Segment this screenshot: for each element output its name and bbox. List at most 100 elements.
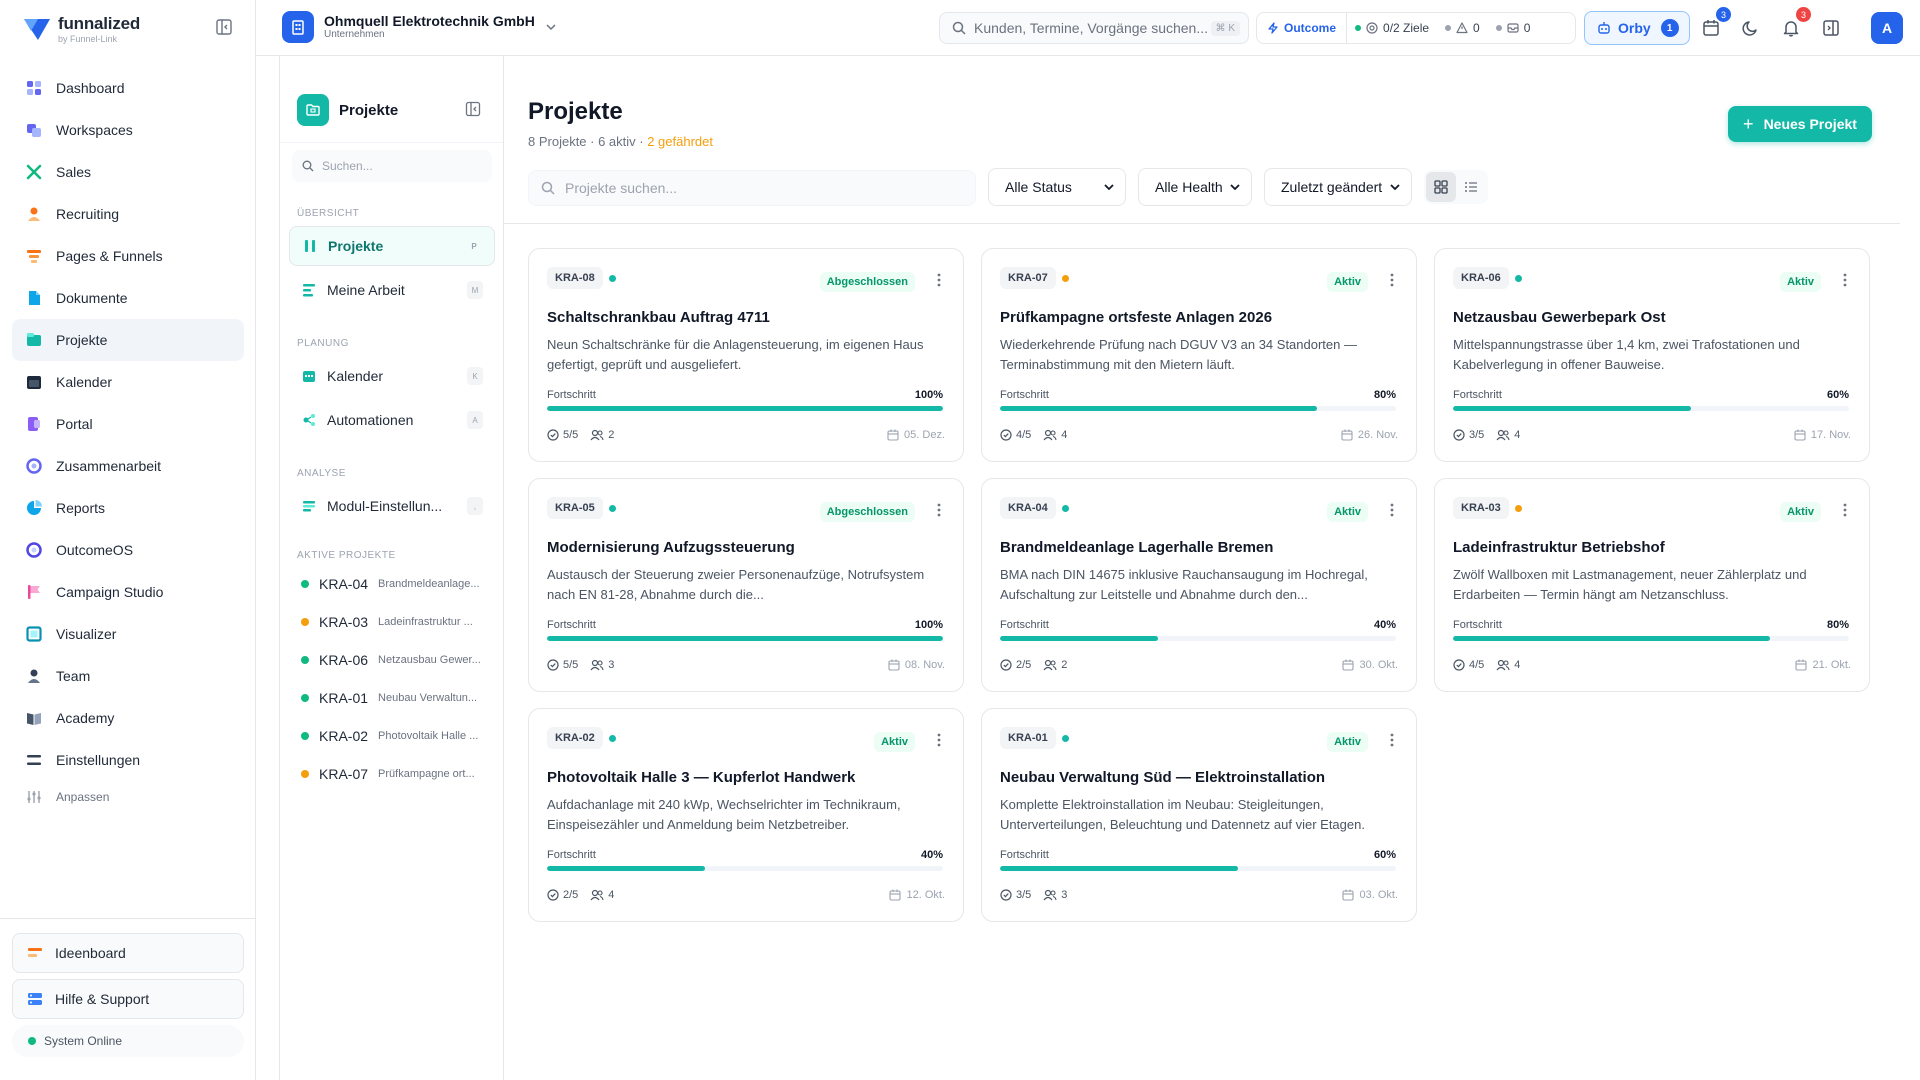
more-vertical-icon [937, 503, 941, 517]
health-filter-value: Alle Health [1155, 179, 1223, 195]
card-menu-button[interactable] [937, 733, 941, 750]
status-badge: Aktiv [1780, 502, 1821, 522]
nav-team[interactable]: Team [12, 655, 244, 697]
global-search-input[interactable]: Kunden, Termine, Vorgänge suchen... ⌘ K [939, 12, 1249, 44]
card-menu-button[interactable] [937, 503, 941, 520]
active-project-link[interactable]: KRA-03 Ladeinfrastruktur ... [301, 612, 491, 632]
messages-indicator[interactable]: 0 [1488, 13, 1539, 43]
sub-item-kalender[interactable]: Kalender K [289, 356, 495, 396]
members-value: 3 [608, 659, 615, 671]
due-date: 08. Nov. [888, 659, 945, 671]
nav-outcomeos[interactable]: OutcomeOS [12, 529, 244, 571]
goals-indicator[interactable]: 0/2 Ziele [1347, 13, 1437, 43]
sub-item-automationen[interactable]: Automationen A [289, 400, 495, 440]
progress-bar [547, 636, 943, 641]
members-count: 2 [1043, 659, 1067, 671]
project-card[interactable]: KRA-06 Aktiv Netzausbau Gewerbepark Ost Mit… [1434, 248, 1870, 462]
progress-fill [1000, 406, 1317, 411]
nav-recruiting[interactable]: Recruiting [12, 193, 244, 235]
nav-projekte[interactable]: Projekte [12, 319, 244, 361]
notifications-button[interactable]: 3 [1779, 7, 1811, 40]
new-project-button[interactable]: + Neues Projekt [1728, 106, 1872, 142]
active-project-link[interactable]: KRA-04 Brandmeldeanlage... [301, 574, 491, 594]
progress-bar [1000, 636, 1396, 641]
nav-sales[interactable]: Sales [12, 151, 244, 193]
calendar-icon [1794, 429, 1806, 441]
page-subtitle: 8 Projekte · 6 aktiv · 2 gefährdet [528, 134, 713, 149]
brand[interactable]: funnalized by Funnel-Link [22, 12, 140, 46]
shortcut-key: M [467, 281, 483, 299]
panel-toggle[interactable] [1819, 16, 1843, 40]
calendar-button[interactable]: 3 [1699, 7, 1731, 40]
nav-anpassen[interactable]: Anpassen [12, 781, 244, 813]
card-menu-button[interactable] [1390, 273, 1394, 290]
nav-dashboard[interactable]: Dashboard [12, 67, 244, 109]
project-card[interactable]: KRA-02 Aktiv Photovoltaik Halle 3 — Kupfer… [528, 708, 964, 922]
outcome-button[interactable]: Outcome [1257, 13, 1348, 43]
active-project-link[interactable]: KRA-02 Photovoltaik Halle ... [301, 726, 491, 746]
grid-view-button[interactable] [1426, 172, 1456, 202]
project-card[interactable]: KRA-04 Aktiv Brandmeldeanlage Lagerhalle B… [981, 478, 1417, 692]
warnings-indicator[interactable]: 0 [1437, 13, 1488, 43]
status-badge: Aktiv [1780, 272, 1821, 292]
plus-icon: + [1743, 113, 1754, 134]
nav-visualizer[interactable]: Visualizer [12, 613, 244, 655]
nav-kalender[interactable]: Kalender [12, 361, 244, 403]
project-card[interactable]: KRA-07 Aktiv Prüfkampagne ortsfeste Anlage… [981, 248, 1417, 462]
users-icon [590, 659, 604, 671]
sidebar-search-input[interactable]: Suchen... [292, 150, 492, 182]
active-project-link[interactable]: KRA-06 Netzausbau Gewer... [301, 650, 491, 670]
warnings-value: 0 [1473, 21, 1480, 35]
nav-academy[interactable]: Academy [12, 697, 244, 739]
inbox-icon [1507, 23, 1519, 33]
project-card[interactable]: KRA-05 Abgeschlossen Modernisierung Aufzug… [528, 478, 964, 692]
card-menu-button[interactable] [1390, 503, 1394, 520]
sub-item-projekte[interactable]: Projekte P [289, 226, 495, 266]
collapse-sidebar-icon[interactable] [215, 18, 233, 36]
nav-dokumente[interactable]: Dokumente [12, 277, 244, 319]
company-switcher[interactable]: Ohmquell Elektrotechnik GmbH Unternehmen [282, 11, 557, 43]
card-menu-button[interactable] [1843, 273, 1847, 290]
tasks-count: 3/5 [1000, 889, 1031, 901]
active-project-link[interactable]: KRA-01 Neubau Verwaltun... [301, 688, 491, 708]
ideenboard-button[interactable]: Ideenboard [12, 933, 244, 973]
sub-item-modul-einstellungen[interactable]: Modul-Einstellun... , [289, 486, 495, 526]
section-analysis: Analyse [297, 468, 346, 479]
project-description: Komplette Elektroinstallation im Neubau:… [1000, 797, 1365, 832]
nav-reports[interactable]: Reports [12, 487, 244, 529]
project-description: Aufdachanlage mit 240 kWp, Wechselrichte… [547, 797, 901, 832]
card-menu-button[interactable] [937, 273, 941, 290]
theme-toggle[interactable] [1739, 16, 1763, 40]
status-filter-select[interactable]: Alle Status [988, 168, 1126, 206]
nav-workspaces[interactable]: Workspaces [12, 109, 244, 151]
active-project-link[interactable]: KRA-07 Prüfkampagne ort... [301, 764, 491, 784]
nav-campaign-studio[interactable]: Campaign Studio [12, 571, 244, 613]
project-search-input[interactable]: Projekte suchen... [528, 170, 976, 206]
sub-item-meine-arbeit[interactable]: Meine Arbeit M [289, 270, 495, 310]
more-vertical-icon [1390, 503, 1394, 517]
card-menu-button[interactable] [1390, 733, 1394, 750]
nav-einstellungen[interactable]: Einstellungen [12, 739, 244, 781]
health-dot-icon [301, 770, 309, 778]
project-card[interactable]: KRA-01 Aktiv Neubau Verwaltung Süd — Elekt… [981, 708, 1417, 922]
project-card[interactable]: KRA-08 Abgeschlossen Schaltschrankbau Auft… [528, 248, 964, 462]
orby-button[interactable]: Orby 1 [1584, 11, 1690, 45]
nav-portal[interactable]: Portal [12, 403, 244, 445]
nav-label: OutcomeOS [56, 542, 134, 558]
health-filter-select[interactable]: Alle Health [1138, 168, 1252, 206]
nav-label: Einstellungen [56, 752, 141, 768]
help-support-button[interactable]: Hilfe & Support [12, 979, 244, 1019]
sort-select[interactable]: Zuletzt geändert [1264, 168, 1412, 206]
portal-icon [26, 416, 42, 432]
collapse-panel-icon[interactable] [465, 101, 481, 117]
help-icon [27, 991, 43, 1007]
nav-label: Academy [56, 710, 115, 726]
user-avatar[interactable]: A [1871, 12, 1903, 44]
list-view-button[interactable] [1456, 172, 1486, 202]
goals-dot-icon [1355, 25, 1362, 31]
nav-pages-funnels[interactable]: Pages & Funnels [12, 235, 244, 277]
status-badge: Aktiv [874, 732, 915, 752]
nav-zusammenarbeit[interactable]: Zusammenarbeit [12, 445, 244, 487]
project-card[interactable]: KRA-03 Aktiv Ladeinfrastruktur Betriebshof… [1434, 478, 1870, 692]
card-menu-button[interactable] [1843, 503, 1847, 520]
